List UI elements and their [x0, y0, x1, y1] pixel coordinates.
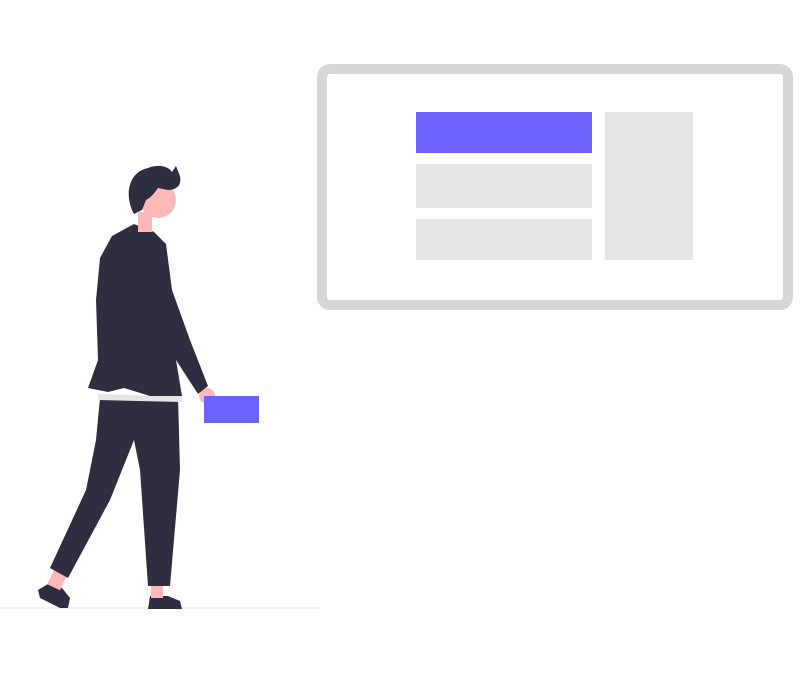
- jacket: [88, 224, 208, 396]
- back-shoe: [38, 584, 70, 608]
- accent-card: [204, 396, 259, 423]
- placeholder-bar-2: [416, 219, 592, 260]
- display-frame: [317, 64, 793, 310]
- sidebar-panel: [605, 112, 693, 260]
- accent-block: [416, 112, 592, 153]
- front-ankle: [151, 584, 163, 598]
- pants: [50, 396, 180, 586]
- website-layout-illustration: [0, 64, 793, 609]
- placeholder-bar-1: [416, 164, 592, 208]
- illustration-stage: [0, 0, 800, 680]
- standing-person: [38, 165, 259, 609]
